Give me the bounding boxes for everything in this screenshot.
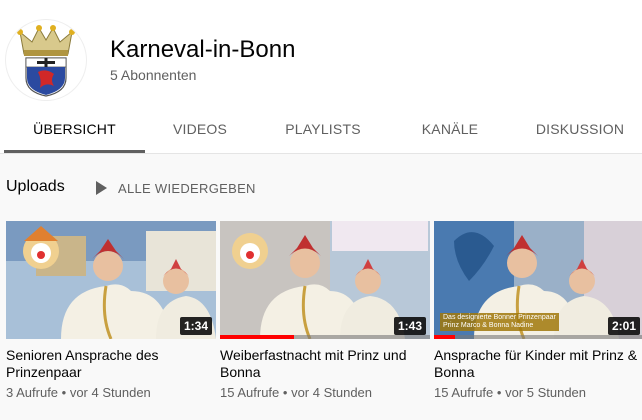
video-meta: 15 Aufrufe • vor 5 Stunden — [434, 385, 642, 400]
view-count: 15 Aufrufe — [220, 385, 280, 400]
upload-age: vor 5 Stunden — [505, 385, 587, 400]
meta-separator: • — [58, 385, 70, 400]
watch-progress-track — [434, 335, 642, 339]
channel-name: Karneval-in-Bonn — [110, 36, 296, 63]
play-all-button[interactable]: ALLE WIEDERGEBEN — [92, 176, 256, 200]
upload-age: vor 4 Stunden — [291, 385, 373, 400]
video-duration: 1:34 — [179, 317, 212, 335]
video-thumbnail[interactable]: Das designierte Bonner Prinzenpaar Prinz… — [434, 221, 642, 339]
caption-line: Das designierte Bonner Prinzenpaar — [443, 314, 556, 321]
video-card[interactable]: 1:43 Weiberfastnacht mit Prinz und Bonna… — [220, 221, 430, 400]
channel-header: Karneval-in-Bonn 5 Abonnenten ÜBERSICHT … — [0, 0, 642, 154]
video-card[interactable]: Das designierte Bonner Prinzenpaar Prinz… — [434, 221, 642, 400]
play-icon — [96, 181, 107, 195]
video-thumbnail[interactable]: 1:34 — [6, 221, 216, 339]
karneval-crest-icon — [17, 25, 75, 97]
active-tab-indicator — [4, 150, 145, 153]
channel-avatar[interactable] — [6, 20, 86, 100]
shelf-title[interactable]: Uploads — [6, 178, 65, 196]
upload-age: vor 4 Stunden — [69, 385, 151, 400]
video-title[interactable]: Ansprache für Kinder mit Prinz & Bonna — [434, 347, 642, 381]
play-all-label: ALLE WIEDERGEBEN — [118, 180, 256, 196]
tab-discussion[interactable]: DISKUSSION — [520, 104, 640, 154]
thumbnail-caption: Das designierte Bonner Prinzenpaar Prinz… — [440, 313, 559, 331]
watch-progress-fill — [220, 335, 294, 339]
video-thumbnail[interactable]: 1:43 — [220, 221, 430, 339]
subscriber-count: 5 Abonnenten — [110, 67, 197, 83]
watch-progress-track — [220, 335, 430, 339]
tab-videos[interactable]: VIDEOS — [145, 104, 255, 154]
video-card[interactable]: 1:34 Senioren Ansprache des Prinzenpaar … — [6, 221, 216, 400]
caption-line: Prinz Marco & Bonna Nadine — [443, 322, 534, 329]
channel-tabs: ÜBERSICHT VIDEOS PLAYLISTS KANÄLE DISKUS… — [0, 104, 642, 154]
video-title[interactable]: Senioren Ansprache des Prinzenpaar — [6, 347, 216, 381]
view-count: 15 Aufrufe — [434, 385, 494, 400]
tab-channels[interactable]: KANÄLE — [395, 104, 505, 154]
video-duration: 1:43 — [393, 317, 426, 335]
meta-separator: • — [279, 385, 292, 400]
meta-separator: • — [493, 385, 506, 400]
video-title[interactable]: Weiberfastnacht mit Prinz und Bonna — [220, 347, 430, 381]
tab-playlists[interactable]: PLAYLISTS — [262, 104, 384, 154]
video-meta: 3 Aufrufe • vor 4 Stunden — [6, 385, 216, 400]
watch-progress-fill — [434, 335, 455, 339]
tab-overview[interactable]: ÜBERSICHT — [4, 104, 145, 154]
view-count: 3 Aufrufe — [6, 385, 59, 400]
video-meta: 15 Aufrufe • vor 4 Stunden — [220, 385, 430, 400]
video-duration: 2:01 — [607, 317, 640, 335]
